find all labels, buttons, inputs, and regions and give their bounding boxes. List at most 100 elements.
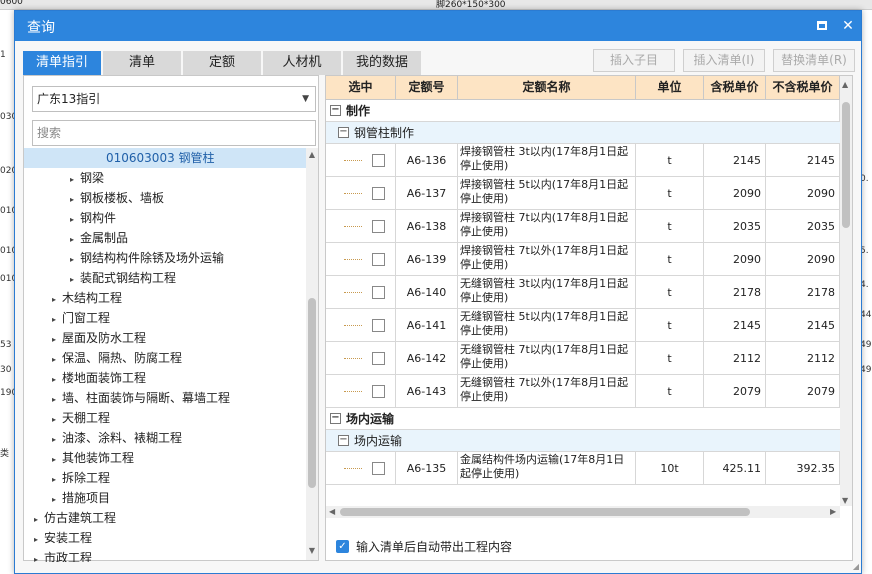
chevron-right-icon[interactable]: ▸ xyxy=(52,470,62,490)
chevron-right-icon[interactable]: ▸ xyxy=(34,510,44,530)
table-row[interactable]: A6-140 无缝钢管柱 3t以内(17年8月1日起停止使用) t 2178 2178 xyxy=(326,276,840,309)
chevron-right-icon[interactable]: ▸ xyxy=(70,250,80,270)
tree-item[interactable]: ▸ 钢板楼板、墙板 xyxy=(24,188,306,208)
scroll-up-icon[interactable]: ▲ xyxy=(842,80,848,89)
subgroup-row[interactable]: − 钢管柱制作 xyxy=(326,122,840,144)
tree-item[interactable]: ▸ 钢梁 xyxy=(24,168,306,188)
tree-item[interactable]: ▸ 油漆、涂料、裱糊工程 xyxy=(24,428,306,448)
tree-item[interactable]: ▸ 装配式钢结构工程 xyxy=(24,268,306,288)
insert-child-button[interactable]: 插入子目 xyxy=(593,49,675,72)
table-row[interactable]: A6-136 焊接钢管柱 3t以内(17年8月1日起停止使用) t 2145 2145 xyxy=(326,144,840,177)
tree-scrollbar-thumb[interactable] xyxy=(308,298,316,488)
replace-list-button[interactable]: 替换清单(R) xyxy=(773,49,855,72)
header-col-code[interactable]: 定额号 xyxy=(396,76,458,100)
chevron-right-icon[interactable]: ▸ xyxy=(52,330,62,350)
group-row[interactable]: − 制作 xyxy=(326,100,840,122)
chevron-right-icon[interactable]: ▸ xyxy=(52,390,62,410)
chevron-right-icon[interactable]: ▸ xyxy=(52,370,62,390)
table-row[interactable]: A6-138 焊接钢管柱 7t以内(17年8月1日起停止使用) t 2035 2035 xyxy=(326,210,840,243)
search-input[interactable]: 搜索 xyxy=(32,120,316,146)
scroll-right-icon[interactable]: ▶ xyxy=(830,507,836,516)
header-col-price-tax[interactable]: 含税单价 xyxy=(704,76,766,100)
tab-quota[interactable]: 定额 xyxy=(183,51,261,75)
tree-item[interactable]: ▸ 楼地面装饰工程 xyxy=(24,368,306,388)
tree-item[interactable]: ▸ 其他装饰工程 xyxy=(24,448,306,468)
row-checkbox[interactable] xyxy=(372,462,385,475)
resize-grip-icon[interactable]: ◢ xyxy=(853,562,859,571)
tree-item[interactable]: ▸ 屋面及防水工程 xyxy=(24,328,306,348)
header-col-selected[interactable]: 选中 xyxy=(326,76,396,100)
tab-list[interactable]: 清单 xyxy=(103,51,181,75)
collapse-icon[interactable]: − xyxy=(338,127,349,138)
guide-select[interactable]: 广东13指引 ▼ xyxy=(32,86,316,112)
collapse-icon[interactable]: − xyxy=(330,413,341,424)
tab-guide[interactable]: 清单指引 xyxy=(23,51,101,75)
row-checkbox[interactable] xyxy=(372,352,385,365)
chevron-right-icon[interactable]: ▸ xyxy=(52,350,62,370)
tree-item[interactable]: 010603003 钢管柱 xyxy=(24,148,306,168)
row-checkbox[interactable] xyxy=(372,154,385,167)
chevron-right-icon[interactable]: ▸ xyxy=(52,410,62,430)
insert-list-button[interactable]: 插入清单(I) xyxy=(683,49,765,72)
table-row[interactable]: A6-143 无缝钢管柱 7t以外(17年8月1日起停止使用) t 2079 2079 xyxy=(326,375,840,408)
chevron-right-icon[interactable]: ▸ xyxy=(70,210,80,230)
maximize-button[interactable] xyxy=(813,17,831,35)
dialog-titlebar[interactable]: 查询 ✕ xyxy=(15,11,861,41)
tab-labor-material-machine[interactable]: 人材机 xyxy=(263,51,341,75)
row-checkbox[interactable] xyxy=(372,220,385,233)
collapse-icon[interactable]: − xyxy=(330,105,341,116)
tree-item[interactable]: ▸ 保温、隔热、防腐工程 xyxy=(24,348,306,368)
row-checkbox[interactable] xyxy=(372,385,385,398)
collapse-icon[interactable]: − xyxy=(338,435,349,446)
row-checkbox[interactable] xyxy=(372,187,385,200)
tree-item[interactable]: ▸ 门窗工程 xyxy=(24,308,306,328)
grid-horizontal-scrollbar[interactable]: ◀ ▶ xyxy=(326,506,840,518)
group-row[interactable]: − 场内运输 xyxy=(326,408,840,430)
auto-bring-checkbox[interactable]: ✓ xyxy=(336,540,349,553)
grid-horizontal-thumb[interactable] xyxy=(340,508,750,516)
grid-vertical-scrollbar[interactable]: ▲ ▼ xyxy=(840,76,852,506)
table-row[interactable]: A6-137 焊接钢管柱 5t以内(17年8月1日起停止使用) t 2090 2090 xyxy=(326,177,840,210)
scroll-down-icon[interactable]: ▼ xyxy=(842,496,848,505)
chevron-right-icon[interactable]: ▸ xyxy=(70,190,80,210)
header-col-price-notax[interactable]: 不含税单价 xyxy=(766,76,840,100)
tree-item[interactable]: ▸ 措施项目 xyxy=(24,488,306,508)
table-row[interactable]: A6-141 无缝钢管柱 5t以内(17年8月1日起停止使用) t 2145 2145 xyxy=(326,309,840,342)
tree-scrollbar[interactable]: ▲ ▼ xyxy=(306,148,318,560)
header-col-unit[interactable]: 单位 xyxy=(636,76,704,100)
tree-item[interactable]: ▸ 木结构工程 xyxy=(24,288,306,308)
grid-vertical-thumb[interactable] xyxy=(842,102,850,228)
chevron-right-icon[interactable]: ▸ xyxy=(34,550,44,562)
chevron-right-icon[interactable]: ▸ xyxy=(52,450,62,470)
scroll-up-icon[interactable]: ▲ xyxy=(306,150,318,159)
scroll-down-icon[interactable]: ▼ xyxy=(306,546,318,555)
scroll-left-icon[interactable]: ◀ xyxy=(329,507,335,516)
chevron-right-icon[interactable]: ▸ xyxy=(70,270,80,290)
chevron-right-icon[interactable]: ▸ xyxy=(52,430,62,450)
tab-my-data[interactable]: 我的数据 xyxy=(343,51,421,75)
tree-item[interactable]: ▸ 仿古建筑工程 xyxy=(24,508,306,528)
tree-item[interactable]: ▸ 金属制品 xyxy=(24,228,306,248)
tree-item[interactable]: ▸ 市政工程 xyxy=(24,548,306,562)
close-button[interactable]: ✕ xyxy=(839,17,857,35)
chevron-right-icon[interactable]: ▸ xyxy=(70,170,80,190)
table-row[interactable]: A6-142 无缝钢管柱 7t以内(17年8月1日起停止使用) t 2112 2112 xyxy=(326,342,840,375)
tree-item[interactable]: ▸ 天棚工程 xyxy=(24,408,306,428)
tree-item[interactable]: ▸ 钢构件 xyxy=(24,208,306,228)
subgroup-row[interactable]: − 场内运输 xyxy=(326,430,840,452)
chevron-right-icon[interactable]: ▸ xyxy=(34,530,44,550)
row-checkbox[interactable] xyxy=(372,286,385,299)
tree-item[interactable]: ▸ 钢结构构件除锈及场外运输 xyxy=(24,248,306,268)
chevron-right-icon[interactable]: ▸ xyxy=(52,490,62,510)
chevron-right-icon[interactable]: ▸ xyxy=(52,310,62,330)
row-checkbox[interactable] xyxy=(372,253,385,266)
row-checkbox[interactable] xyxy=(372,319,385,332)
header-col-name[interactable]: 定额名称 xyxy=(458,76,636,100)
tree-item[interactable]: ▸ 安装工程 xyxy=(24,528,306,548)
chevron-right-icon[interactable]: ▸ xyxy=(70,230,80,250)
table-row[interactable]: A6-139 焊接钢管柱 7t以外(17年8月1日起停止使用) t 2090 2090 xyxy=(326,243,840,276)
tree-item[interactable]: ▸ 拆除工程 xyxy=(24,468,306,488)
table-row[interactable]: A6-135 金属结构件场内运输(17年8月1日起停止使用) 10t 425.11 39… xyxy=(326,452,840,485)
tree-item[interactable]: ▸ 墙、柱面装饰与隔断、幕墙工程 xyxy=(24,388,306,408)
chevron-right-icon[interactable]: ▸ xyxy=(52,290,62,310)
